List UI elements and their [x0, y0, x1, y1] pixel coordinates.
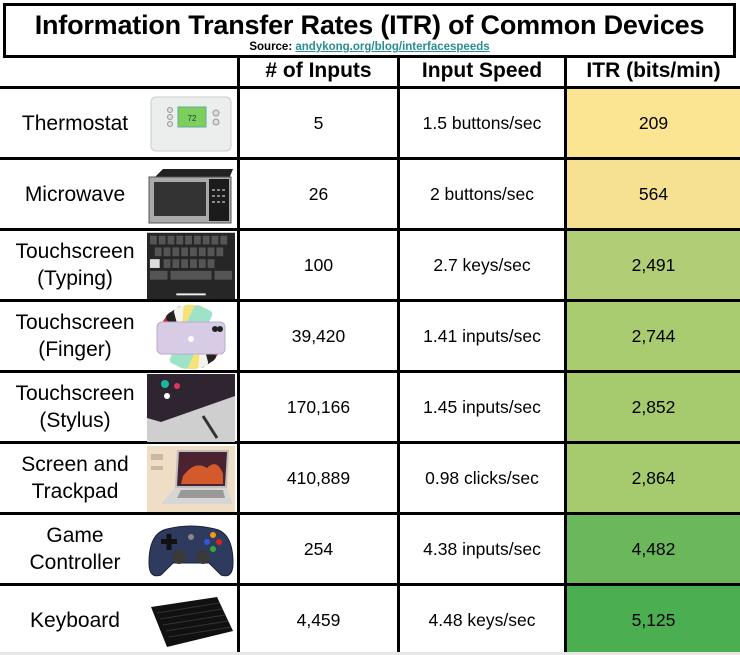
- device-cell: Touchscreen (Finger): [0, 300, 239, 373]
- itr-cell: 2,864: [564, 442, 740, 515]
- inputs-cell: 100: [237, 229, 399, 302]
- header-itr: ITR (bits/min): [564, 56, 740, 89]
- itr-cell: 5,125: [564, 584, 740, 654]
- itr-cell: 2,491: [564, 229, 740, 302]
- table-row: Thermostat 72 5 1.5 buttons/sec 209: [0, 87, 740, 160]
- source-label: Source:: [249, 41, 293, 53]
- table-row: Screen and Trackpad 410,889 0.98 clicks/s…: [0, 442, 740, 515]
- source-link[interactable]: andykong.org/blog/interfacespeeds: [295, 41, 489, 53]
- header-inputs: # of Inputs: [237, 56, 399, 89]
- device-name: Touchscreen (Stylus): [15, 382, 135, 432]
- inputs-cell: 254: [237, 513, 399, 586]
- inputs-cell: 39,420: [237, 300, 399, 373]
- device-name: Thermostat: [21, 111, 129, 135]
- title-box: Information Transfer Rates (ITR) of Comm…: [3, 3, 736, 58]
- microwave-icon: [147, 162, 235, 228]
- speed-cell: 1.5 buttons/sec: [397, 87, 566, 160]
- inputs-cell: 5: [237, 87, 399, 160]
- speed-cell: 1.41 inputs/sec: [397, 300, 566, 373]
- table-row: Touchscreen (Typing) 100 2.7 keys/sec 2,4…: [0, 229, 740, 302]
- device-name: Screen and Trackpad: [21, 453, 129, 503]
- header-row: # of Inputs Input Speed ITR (bits/min): [0, 56, 740, 89]
- table-row: Game Controller 254 4.38 inputs/sec 4,482: [0, 513, 740, 586]
- speed-cell: 4.38 inputs/sec: [397, 513, 566, 586]
- device-cell: Thermostat 72: [0, 87, 239, 160]
- svg-text:72: 72: [188, 114, 197, 123]
- device-cell: Game Controller: [0, 513, 239, 586]
- table-row: Touchscreen (Stylus) 170,166 1.45 inputs/…: [0, 371, 740, 444]
- itr-cell: 2,852: [564, 371, 740, 444]
- gamepad-icon: [147, 517, 235, 583]
- device-cell: Keyboard: [0, 585, 239, 655]
- header-speed: Input Speed: [397, 56, 566, 89]
- inputs-cell: 410,889: [237, 442, 399, 515]
- device-cell: Touchscreen (Stylus): [0, 371, 239, 444]
- speed-cell: 1.45 inputs/sec: [397, 371, 566, 444]
- device-name: Game Controller: [29, 524, 121, 574]
- device-cell: Screen and Trackpad: [0, 442, 239, 515]
- smartphone-icon: [147, 304, 235, 370]
- keyboard-icon: [147, 588, 235, 654]
- itr-cell: 564: [564, 158, 740, 231]
- device-name: Keyboard: [30, 608, 120, 632]
- speed-cell: 2 buttons/sec: [397, 158, 566, 231]
- thermostat-icon: 72: [147, 91, 235, 157]
- device-cell: Microwave: [0, 158, 239, 231]
- itr-cell: 209: [564, 87, 740, 160]
- phone-keyboard-icon: [147, 232, 235, 300]
- itr-cell: 4,482: [564, 513, 740, 586]
- inputs-cell: 26: [237, 158, 399, 231]
- device-cell: Touchscreen (Typing): [0, 229, 239, 302]
- inputs-cell: 4,459: [237, 584, 399, 654]
- laptop-icon: [147, 446, 235, 512]
- itr-cell: 2,744: [564, 300, 740, 373]
- inputs-cell: 170,166: [237, 371, 399, 444]
- table-row: Keyboard 4,459 4.48 keys/sec 5,125: [0, 584, 740, 655]
- device-name: Microwave: [24, 182, 126, 206]
- header-device: [0, 56, 239, 89]
- speed-cell: 4.48 keys/sec: [397, 584, 566, 654]
- device-name: Touchscreen (Typing): [15, 240, 135, 290]
- device-name: Touchscreen (Finger): [15, 311, 135, 361]
- table-row: Microwave 26 2 buttons/sec 564: [0, 158, 740, 231]
- table-row: Touchscreen (Finger) 39,420 1.41 inputs/s…: [0, 300, 740, 373]
- source-line: Source: andykong.org/blog/interfacespeed…: [6, 41, 733, 54]
- itr-table: # of Inputs Input Speed ITR (bits/min) T…: [0, 56, 740, 654]
- page-title: Information Transfer Rates (ITR) of Comm…: [34, 10, 705, 40]
- speed-cell: 2.7 keys/sec: [397, 229, 566, 302]
- speed-cell: 0.98 clicks/sec: [397, 442, 566, 515]
- tablet-stylus-icon: [147, 374, 235, 442]
